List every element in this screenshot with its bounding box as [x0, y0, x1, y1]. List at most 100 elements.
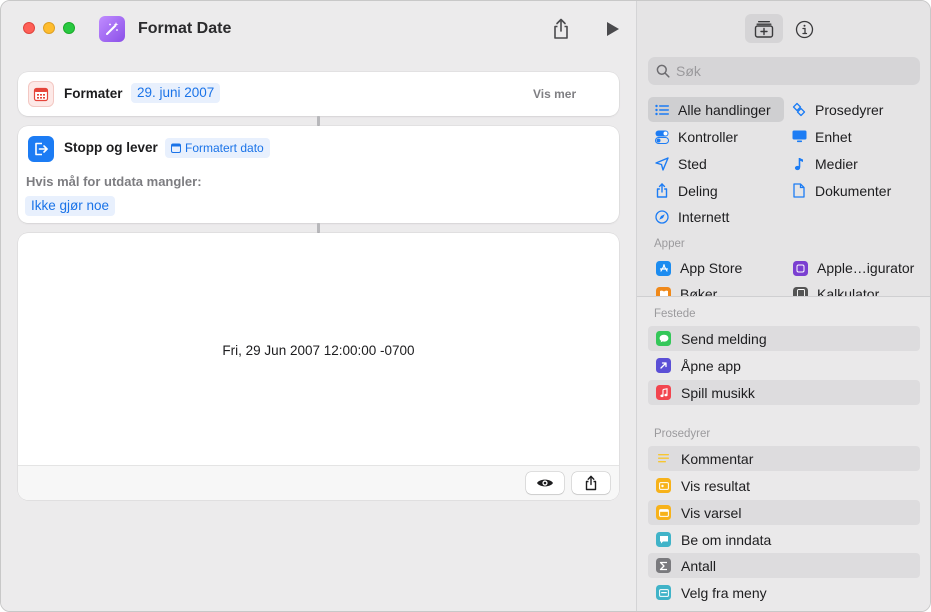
category-label: Prosedyrer [815, 101, 884, 118]
formatted-date-token[interactable]: Formatert dato [165, 138, 270, 158]
scripting-item-show-alert[interactable]: Vis varsel [648, 500, 920, 525]
pinned-item-play-music[interactable]: Spill musikk [648, 380, 920, 405]
scripting-label: Vis resultat [681, 477, 750, 494]
document-icon [791, 183, 807, 199]
scripting-section-header: Prosedyrer [654, 428, 711, 440]
alert-icon [656, 505, 671, 520]
pinned-label: Åpne app [681, 357, 741, 374]
scripting-label: Velg fra meny [681, 584, 767, 601]
scripting-item-ask-for-input[interactable]: Be om inndata [648, 527, 920, 552]
category-location[interactable]: Sted [648, 151, 707, 176]
scripting-label: Antall [681, 557, 717, 574]
category-label: Dokumenter [815, 182, 892, 199]
category-all-actions[interactable]: Alle handlinger [648, 97, 784, 122]
shortcut-magic-wand-icon[interactable] [99, 16, 125, 42]
search-input[interactable] [676, 57, 912, 85]
pinned-label: Send melding [681, 330, 767, 347]
eye-icon [537, 479, 553, 487]
location-icon [654, 156, 670, 172]
share-icon [654, 183, 670, 199]
action-library: Alle handlinger Kontroller Sted Deling I… [636, 1, 930, 611]
toggle-icon [654, 129, 670, 145]
menu-icon [656, 585, 671, 600]
app-label: Bøker [680, 286, 718, 296]
stop-action-label: Stopp og lever [64, 140, 158, 155]
date-token[interactable]: 29. juni 2007 [131, 83, 221, 103]
play-icon[interactable] [605, 20, 621, 38]
category-label: Deling [678, 182, 718, 199]
close-window-button[interactable] [23, 22, 35, 34]
category-label: Sted [678, 155, 707, 172]
search-field[interactable] [648, 57, 920, 85]
app-label: Kalkulator [817, 286, 880, 296]
count-icon [656, 558, 671, 573]
app-item-books[interactable]: Bøker [656, 283, 717, 296]
compass-icon [654, 209, 670, 225]
result-toolbar [18, 465, 619, 500]
app-item-app-store[interactable]: App Store [656, 257, 742, 279]
message-icon [656, 331, 671, 346]
category-controls[interactable]: Kontroller [648, 124, 738, 149]
category-device[interactable]: Enhet [785, 124, 852, 149]
stop-and-output-action[interactable]: Stopp og lever Formatert dato Hvis mål f… [18, 126, 619, 223]
show-more-button[interactable]: Vis mer [533, 87, 576, 101]
apps-list: App Store Apple…igurator Bøker Kalkulato… [637, 257, 930, 296]
music-icon [656, 385, 671, 400]
list-icon [654, 102, 670, 118]
result-text: Fri, 29 Jun 2007 12:00:00 -0700 [222, 343, 415, 358]
pinned-label: Spill musikk [681, 384, 755, 401]
category-label: Enhet [815, 128, 852, 145]
minimize-window-button[interactable] [43, 22, 55, 34]
app-label: App Store [680, 260, 743, 276]
music-note-icon [791, 156, 807, 172]
formatted-date-token-label: Formatert dato [185, 141, 264, 155]
do-nothing-token[interactable]: Ikke gjør noe [25, 196, 116, 216]
library-tab[interactable] [745, 14, 783, 43]
ask-input-icon [656, 532, 671, 547]
format-date-action[interactable]: Formater 29. juni 2007 Vis mer [18, 72, 619, 116]
preview-button[interactable] [526, 472, 564, 494]
scripting-label: Vis varsel [681, 504, 742, 521]
pinned-item-send-message[interactable]: Send melding [648, 326, 920, 351]
category-label: Alle handlinger [678, 101, 771, 118]
share-icon[interactable] [550, 17, 572, 41]
scripting-label: Kommentar [681, 450, 754, 467]
category-documents[interactable]: Dokumenter [785, 178, 891, 203]
calculator-icon [793, 286, 808, 296]
scripting-icon [791, 102, 807, 118]
show-result-icon [656, 478, 671, 493]
scripting-item-comment[interactable]: Kommentar [648, 446, 920, 471]
category-internet[interactable]: Internett [648, 204, 729, 229]
category-scripting[interactable]: Prosedyrer [785, 97, 883, 122]
editor-pane: Format Date Formater 29. juni 2007 Vis m… [1, 1, 636, 611]
pinned-item-open-app[interactable]: Åpne app [648, 353, 920, 378]
exit-icon [28, 136, 54, 162]
share-result-button[interactable] [572, 472, 610, 494]
books-icon [656, 286, 671, 296]
calendar-icon [28, 81, 54, 107]
info-icon[interactable] [793, 18, 815, 40]
configurator-icon [793, 260, 808, 276]
scripting-item-show-result[interactable]: Vis resultat [648, 473, 920, 498]
search-icon [656, 64, 670, 78]
scripting-item-choose-from-menu[interactable]: Velg fra meny [648, 580, 920, 605]
action-connector [317, 223, 320, 233]
category-label: Kontroller [678, 128, 738, 145]
scripting-item-count[interactable]: Antall [648, 553, 920, 578]
app-item-apple-configurator[interactable]: Apple…igurator [793, 257, 914, 279]
zoom-window-button[interactable] [63, 22, 75, 34]
result-panel: Fri, 29 Jun 2007 12:00:00 -0700 [18, 233, 619, 500]
pinned-section-header: Festede [654, 308, 696, 320]
category-media[interactable]: Medier [785, 151, 858, 176]
share-icon [585, 475, 597, 491]
app-store-icon [656, 260, 671, 276]
calendar-small-icon [171, 143, 181, 153]
app-item-calculator[interactable]: Kalkulator [793, 283, 879, 296]
category-label: Internett [678, 208, 730, 225]
monitor-icon [791, 129, 807, 145]
category-sharing[interactable]: Deling [648, 178, 718, 203]
shortcuts-window: Format Date Formater 29. juni 2007 Vis m… [0, 0, 931, 612]
library-add-icon [754, 20, 774, 38]
action-connector [317, 116, 320, 126]
comment-icon [656, 451, 671, 466]
